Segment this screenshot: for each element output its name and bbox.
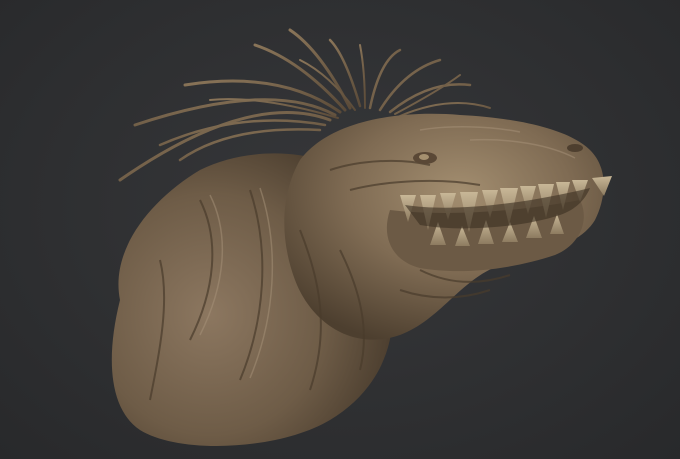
sculpt-render (111, 28, 612, 447)
nostril (567, 144, 583, 152)
viewport (0, 0, 680, 459)
